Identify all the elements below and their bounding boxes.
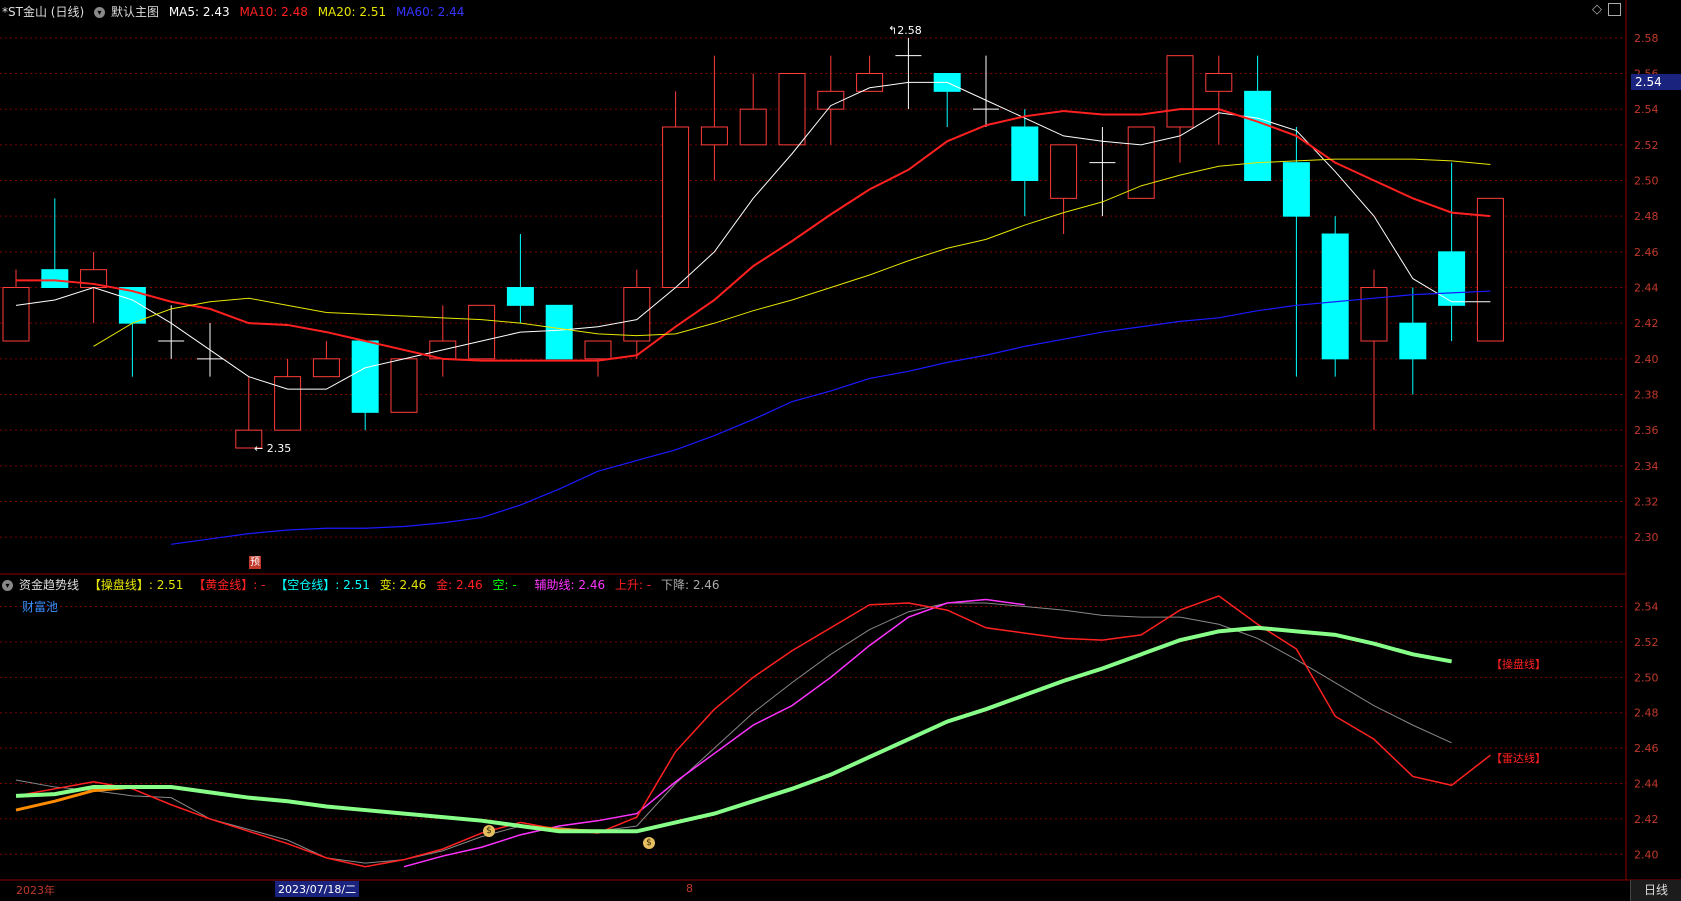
template-name[interactable]: 默认主图 bbox=[111, 5, 159, 19]
money-bag-icon: $ bbox=[483, 825, 495, 837]
indicator-line bbox=[403, 598, 1025, 868]
shang-value: 上升: - bbox=[614, 578, 652, 592]
xia-value: 下降: 2.46 bbox=[660, 578, 720, 592]
candle-body bbox=[817, 90, 845, 110]
candles[interactable] bbox=[2, 37, 1504, 449]
candle-body bbox=[1399, 322, 1427, 360]
stock-title[interactable]: *ST金山 (日线) bbox=[2, 5, 84, 19]
indicator-y-axis: 2.54 2.52 2.50 2.48 2.46 2.44 2.42 2.40 bbox=[1634, 601, 1659, 862]
bian-value: 变: 2.46 bbox=[379, 578, 427, 592]
candle-body bbox=[312, 358, 340, 378]
candle-body bbox=[1476, 197, 1504, 342]
high-marker: ↰2.58 bbox=[888, 24, 922, 37]
y-tick-label: 2.54 bbox=[1634, 601, 1659, 614]
candle-body bbox=[739, 108, 767, 146]
candle-body bbox=[778, 73, 806, 146]
candle-body bbox=[468, 304, 496, 360]
fuzhu-value: 辅助线: 2.46 bbox=[534, 578, 606, 592]
kong-value: 【空仓线】: 2.51 bbox=[275, 578, 370, 592]
y-tick-label: 2.46 bbox=[1634, 742, 1659, 755]
candle-body bbox=[1282, 162, 1310, 217]
candle-body bbox=[1050, 144, 1078, 199]
ma-line-ma20 bbox=[93, 158, 1491, 347]
candle-body bbox=[1321, 233, 1349, 360]
y-tick-label: 2.58 bbox=[1634, 32, 1659, 45]
ma5-label: MA5: 2.43 bbox=[168, 5, 230, 19]
ma60-label: MA60: 2.44 bbox=[395, 5, 465, 19]
candle-body bbox=[1244, 90, 1272, 181]
y-tick-label: 2.34 bbox=[1634, 460, 1659, 473]
candle-body bbox=[1438, 251, 1466, 306]
candle-body bbox=[2, 287, 30, 342]
indicator-lines bbox=[15, 595, 1491, 868]
candle-body bbox=[1205, 73, 1233, 92]
y-tick-label: 2.52 bbox=[1634, 636, 1659, 649]
indicator-line bbox=[15, 626, 1452, 833]
candle-body bbox=[1127, 126, 1155, 199]
cao-value: 【操盘线】: 2.51 bbox=[88, 578, 184, 592]
candle-body bbox=[856, 73, 884, 92]
candle-body bbox=[545, 304, 573, 360]
x-axis-selected-date: 2023/07/18/二 bbox=[275, 881, 360, 897]
candle-body bbox=[1011, 126, 1039, 181]
period-button[interactable]: 日线 bbox=[1630, 880, 1681, 901]
y-tick-label: 2.52 bbox=[1634, 139, 1659, 152]
candle-body bbox=[351, 340, 379, 413]
y-tick-label: 2.50 bbox=[1634, 175, 1659, 188]
huang-value: 【黄金线】: - bbox=[193, 578, 266, 592]
money-bag-icon: $ bbox=[643, 837, 655, 849]
candle-body bbox=[584, 340, 612, 360]
y-tick-label: 2.44 bbox=[1634, 282, 1659, 295]
main-header: *ST金山 (日线) ▾ 默认主图 MA5: 2.43 MA10: 2.48 MA… bbox=[2, 3, 470, 20]
candle-body bbox=[1360, 287, 1388, 342]
current-price-box: 2.54 bbox=[1631, 74, 1681, 90]
chart-canvas: 2.582.562.542.522.502.482.462.442.422.40… bbox=[0, 0, 1681, 881]
y-tick-label: 2.42 bbox=[1634, 813, 1659, 826]
ma-line-ma60 bbox=[171, 290, 1491, 545]
ma10-label: MA10: 2.48 bbox=[239, 5, 308, 19]
candle-body bbox=[700, 126, 728, 146]
x-axis-month-label: 8 bbox=[686, 882, 693, 895]
indicator-name[interactable]: 资金趋势线 bbox=[19, 578, 79, 592]
caifu-label: 财富池 bbox=[22, 600, 59, 614]
candle-body bbox=[390, 358, 418, 413]
y-tick-label: 2.44 bbox=[1634, 778, 1659, 791]
y-tick-label: 2.48 bbox=[1634, 210, 1659, 223]
y-tick-label: 2.38 bbox=[1634, 389, 1659, 402]
ma20-label: MA20: 2.51 bbox=[317, 5, 387, 19]
y-tick-label: 2.46 bbox=[1634, 246, 1659, 259]
leida-line-label: 【雷达线】 bbox=[1491, 752, 1546, 765]
panel-menu-icon[interactable] bbox=[1608, 3, 1621, 16]
jin-value: 金: 2.46 bbox=[436, 578, 483, 592]
y-tick-label: 2.36 bbox=[1634, 424, 1659, 437]
y-tick-label: 2.54 bbox=[1634, 103, 1659, 116]
candle-body bbox=[623, 287, 651, 342]
template-toggle-icon[interactable]: ▾ bbox=[93, 7, 105, 18]
y-tick-label: 2.30 bbox=[1634, 531, 1659, 544]
candle-body bbox=[662, 126, 690, 288]
low-marker: ← 2.35 bbox=[254, 442, 292, 455]
yu-badge: 预 bbox=[249, 556, 261, 569]
candle-body bbox=[41, 269, 69, 288]
indicator-toggle-icon[interactable]: ▾ bbox=[2, 580, 13, 591]
candle-body bbox=[506, 287, 534, 306]
kongshort-value: 空: - bbox=[492, 578, 517, 592]
x-axis-year-label: 2023年 bbox=[16, 884, 55, 897]
y-tick-label: 2.42 bbox=[1634, 317, 1659, 330]
y-tick-label: 2.40 bbox=[1634, 353, 1659, 366]
y-tick-label: 2.32 bbox=[1634, 496, 1659, 509]
candle-body bbox=[1166, 55, 1194, 128]
indicator-grid bbox=[0, 606, 1626, 855]
cao-line-label: 【操盘线】 bbox=[1491, 658, 1546, 671]
indicator-header: ▾ 资金趋势线 【操盘线】: 2.51 【黄金线】: - 【空仓线】: 2.51 … bbox=[2, 576, 726, 593]
y-tick-label: 2.48 bbox=[1634, 707, 1659, 720]
y-tick-label: 2.40 bbox=[1634, 848, 1659, 861]
candle-body bbox=[274, 376, 302, 431]
diamond-icon[interactable]: ◇ bbox=[1592, 2, 1602, 17]
y-tick-label: 2.50 bbox=[1634, 671, 1659, 684]
main-y-axis: 2.582.562.542.522.502.482.462.442.422.40… bbox=[1634, 32, 1659, 544]
indicator-line bbox=[15, 625, 1452, 834]
